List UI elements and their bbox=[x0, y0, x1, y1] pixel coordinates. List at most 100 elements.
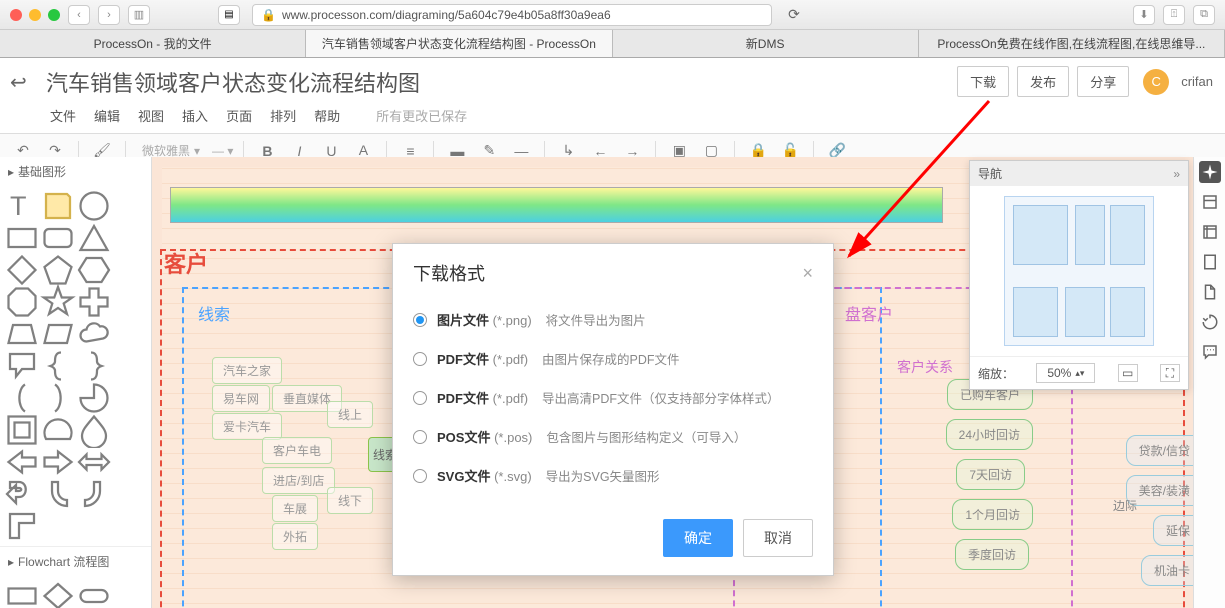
cancel-button[interactable]: 取消 bbox=[743, 519, 813, 557]
shape-note[interactable] bbox=[40, 190, 76, 222]
shape-process[interactable] bbox=[4, 580, 40, 608]
shape-arc-right[interactable] bbox=[76, 478, 112, 510]
section-flowchart[interactable]: ▸ Flowchart 流程图 bbox=[0, 547, 151, 576]
shape-arrow-turn[interactable] bbox=[4, 478, 40, 510]
shape-cross[interactable] bbox=[76, 286, 112, 318]
shape-terminator[interactable] bbox=[76, 580, 112, 608]
shape-triangle[interactable] bbox=[76, 222, 112, 254]
forward-button[interactable]: › bbox=[98, 5, 120, 25]
diagram-node[interactable]: 7天回访 bbox=[956, 459, 1025, 490]
radio-icon[interactable] bbox=[413, 313, 427, 327]
reader-mode-button[interactable]: ▤ bbox=[218, 5, 240, 25]
back-button[interactable]: ‹ bbox=[68, 5, 90, 25]
browser-tab[interactable]: ProcessOn - 我的文件 bbox=[0, 30, 306, 57]
minimize-window-icon[interactable] bbox=[29, 9, 41, 21]
sidebar-toggle-button[interactable]: ▥ bbox=[128, 5, 150, 25]
radio-icon[interactable] bbox=[413, 469, 427, 483]
diagram-node[interactable]: 客户车电 bbox=[262, 437, 332, 464]
collapse-icon[interactable]: » bbox=[1173, 167, 1180, 181]
publish-button[interactable]: 发布 bbox=[1017, 66, 1069, 97]
new-page-icon[interactable] bbox=[1199, 281, 1221, 303]
navigator-thumbnail[interactable] bbox=[970, 186, 1188, 356]
export-option-png[interactable]: 图片文件 (*.png) 将文件导出为图片 bbox=[413, 300, 813, 339]
export-option-pdf[interactable]: PDF文件 (*.pdf) 由图片保存成的PDF文件 bbox=[413, 339, 813, 378]
share-button[interactable]: ⍐ bbox=[1163, 5, 1185, 25]
shape-decision[interactable] bbox=[40, 580, 76, 608]
shape-trapezoid[interactable] bbox=[4, 318, 40, 350]
shape-arc-left[interactable] bbox=[40, 478, 76, 510]
downloads-button[interactable]: ⬇ bbox=[1133, 5, 1155, 25]
menu-arrange[interactable]: 排列 bbox=[270, 106, 296, 125]
shape-frame[interactable] bbox=[4, 414, 40, 446]
ok-button[interactable]: 确定 bbox=[663, 519, 733, 557]
diagram-node[interactable]: 机油卡 bbox=[1141, 555, 1193, 586]
metrics-icon[interactable] bbox=[1199, 221, 1221, 243]
shape-pentagon[interactable] bbox=[40, 254, 76, 286]
diagram-node[interactable]: 爱卡汽车 bbox=[212, 413, 282, 440]
shape-text[interactable]: T bbox=[4, 190, 40, 222]
diagram-node[interactable]: 外拓 bbox=[272, 523, 318, 550]
diagram-node[interactable]: 汽车之家 bbox=[212, 357, 282, 384]
browser-tab[interactable]: 汽车销售领域客户状态变化流程结构图 - ProcessOn bbox=[306, 30, 612, 57]
shape-pie[interactable] bbox=[76, 382, 112, 414]
avatar[interactable]: C bbox=[1143, 69, 1169, 95]
shape-octagon[interactable] bbox=[4, 286, 40, 318]
menu-help[interactable]: 帮助 bbox=[314, 106, 340, 125]
fit-screen-icon[interactable]: ⛶ bbox=[1160, 364, 1180, 382]
menu-file[interactable]: 文件 bbox=[50, 106, 76, 125]
shape-cloud[interactable] bbox=[76, 318, 112, 350]
shape-arrow-left[interactable] bbox=[4, 446, 40, 478]
shape-chord[interactable] bbox=[40, 414, 76, 446]
shape-hexagon[interactable] bbox=[76, 254, 112, 286]
shape-parallelogram[interactable] bbox=[40, 318, 76, 350]
section-basic-shapes[interactable]: ▸ 基础图形 bbox=[0, 157, 151, 186]
tabs-button[interactable]: ⧉ bbox=[1193, 5, 1215, 25]
shape-diamond[interactable] bbox=[4, 254, 40, 286]
export-option-pdf-hd[interactable]: PDF文件 (*.pdf) 导出高清PDF文件（仅支持部分字体样式） bbox=[413, 378, 813, 417]
browser-tab[interactable]: 新DMS bbox=[613, 30, 919, 57]
shape-star[interactable] bbox=[40, 286, 76, 318]
shape-paren-left[interactable] bbox=[4, 382, 40, 414]
comment-icon[interactable] bbox=[1199, 341, 1221, 363]
shape-callout[interactable] bbox=[4, 350, 40, 382]
radio-icon[interactable] bbox=[413, 430, 427, 444]
diagram-node[interactable]: 易车网 bbox=[212, 385, 270, 412]
shape-roundrect[interactable] bbox=[40, 222, 76, 254]
share-button[interactable]: 分享 bbox=[1077, 66, 1129, 97]
radio-icon[interactable] bbox=[413, 391, 427, 405]
menu-insert[interactable]: 插入 bbox=[182, 106, 208, 125]
fit-width-icon[interactable]: ▭ bbox=[1118, 364, 1138, 382]
back-icon[interactable]: ↩ bbox=[10, 70, 38, 95]
diagram-node[interactable]: 车展 bbox=[272, 495, 318, 522]
url-field[interactable]: 🔒 www.processon.com/diagraming/5a604c79e… bbox=[252, 4, 772, 26]
diagram-node[interactable]: 进店/到店 bbox=[262, 467, 335, 494]
close-window-icon[interactable] bbox=[10, 9, 22, 21]
shape-corner[interactable] bbox=[4, 510, 40, 542]
close-icon[interactable]: × bbox=[802, 263, 813, 284]
maximize-window-icon[interactable] bbox=[48, 9, 60, 21]
shape-arrow-right[interactable] bbox=[40, 446, 76, 478]
browser-tab[interactable]: ProcessOn免费在线作图,在线流程图,在线思维导... bbox=[919, 30, 1225, 57]
radio-icon[interactable] bbox=[413, 352, 427, 366]
menu-edit[interactable]: 编辑 bbox=[94, 106, 120, 125]
diagram-node[interactable]: 线下 bbox=[327, 487, 373, 514]
navigator-icon[interactable] bbox=[1199, 161, 1221, 183]
shape-rect[interactable] bbox=[4, 222, 40, 254]
shape-teardrop[interactable] bbox=[76, 414, 112, 446]
diagram-node[interactable]: 24小时回访 bbox=[946, 419, 1033, 450]
style-icon[interactable] bbox=[1199, 191, 1221, 213]
history-icon[interactable] bbox=[1199, 311, 1221, 333]
export-option-svg[interactable]: SVG文件 (*.svg) 导出为SVG矢量图形 bbox=[413, 456, 813, 495]
diagram-node[interactable]: 线上 bbox=[327, 401, 373, 428]
export-option-pos[interactable]: POS文件 (*.pos) 包含图片与图形结构定义（可导入） bbox=[413, 417, 813, 456]
font-size-select[interactable]: — ▾ bbox=[212, 144, 233, 158]
zoom-value[interactable]: 50% ▴▾ bbox=[1036, 363, 1095, 383]
menu-view[interactable]: 视图 bbox=[138, 106, 164, 125]
shape-paren-right[interactable] bbox=[40, 382, 76, 414]
diagram-node[interactable]: 延保 bbox=[1153, 515, 1193, 546]
shape-circle[interactable] bbox=[76, 190, 112, 222]
page-icon[interactable] bbox=[1199, 251, 1221, 273]
diagram-node[interactable]: 季度回访 bbox=[955, 539, 1029, 570]
menu-page[interactable]: 页面 bbox=[226, 106, 252, 125]
diagram-node[interactable]: 贷款/信贷 bbox=[1126, 435, 1193, 466]
